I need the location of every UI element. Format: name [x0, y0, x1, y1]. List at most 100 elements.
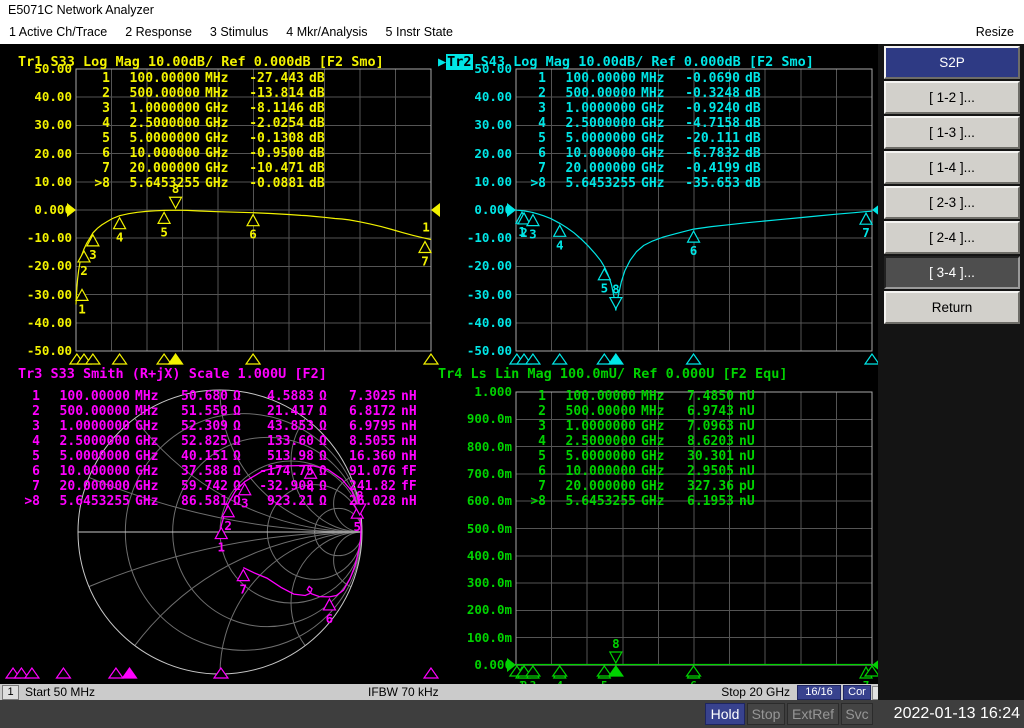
marker-table-cell: dB	[304, 71, 332, 86]
softkey-sidebar: S2P[ 1-2 ]...[ 1-3 ]...[ 1-4 ]...[ 2-3 ]…	[878, 44, 1024, 700]
marker-table-cell: 3	[522, 419, 546, 434]
softkey-return[interactable]: Return	[884, 291, 1020, 324]
marker-table-row: 720.000000GHz59.742Ω-32.908Ω241.82fF	[16, 479, 422, 494]
marker-table-cell: 6.1953	[672, 494, 734, 509]
marker-table-cell: nU	[734, 404, 762, 419]
axis-tick-label: -40.00	[456, 316, 512, 330]
softkey--1-3-[interactable]: [ 1-3 ]...	[884, 116, 1020, 149]
marker-table-cell: Ω	[314, 389, 332, 404]
menu-1-active-ch-trace[interactable]: 1 Active Ch/Trace	[9, 21, 107, 44]
marker-table-row: 610.000000GHz37.588Ω-174.75Ω91.076fF	[16, 464, 422, 479]
marker-table-cell: -6.7832	[672, 146, 740, 161]
svg-text:2: 2	[80, 263, 88, 278]
marker-table-cell: 1.0000000	[40, 419, 130, 434]
marker-table-cell: -13.814	[236, 86, 304, 101]
trace-header-tr1[interactable]: Tr1 S33 Log Mag 10.00dB/ Ref 0.000dB [F2…	[18, 54, 384, 69]
trace-header-text: S33 Log Mag 10.00dB/ Ref 0.000dB [F2 Smo…	[42, 54, 383, 70]
marker-table-cell: 2.5000000	[546, 434, 636, 449]
marker-table-row: 1100.00000MHz-27.443dB	[86, 71, 332, 86]
svg-text:5: 5	[354, 519, 362, 534]
marker-table-cell: GHz	[200, 101, 236, 116]
marker-table-cell: 1	[522, 389, 546, 404]
softkey-s2p[interactable]: S2P	[884, 46, 1020, 79]
marker-table-cell: MHz	[130, 389, 166, 404]
marker-table-cell: dB	[740, 116, 768, 131]
marker-table-tr2: 1100.00000MHz-0.0690dB2500.00000MHz-0.32…	[522, 71, 768, 191]
marker-table-cell: 6	[522, 146, 546, 161]
marker-table-cell: 21.417	[246, 404, 314, 419]
trace-header-tr3[interactable]: Tr3 S33 Smith (R+jX) Scale 1.000U [F2]	[18, 366, 327, 381]
menu-4-mkr-analysis[interactable]: 4 Mkr/Analysis	[286, 21, 367, 44]
svg-text:6: 6	[326, 611, 334, 626]
marker-table-cell: nH	[396, 404, 422, 419]
marker-table-cell: 241.82	[332, 479, 396, 494]
axis-tick-label: 600.0m	[456, 494, 512, 508]
marker-table-cell: Ω	[228, 464, 246, 479]
marker-table-cell: 2.5000000	[546, 116, 636, 131]
marker-table-cell: Ω	[314, 479, 332, 494]
marker-table-row: 31.0000000GHz-8.1146dB	[86, 101, 332, 116]
trace-header-tr4[interactable]: Tr4 Ls Lin Mag 100.0mU/ Ref 0.000U [F2 E…	[438, 366, 788, 381]
svg-text:7: 7	[421, 254, 429, 269]
axis-tick-label: 20.00	[16, 147, 72, 161]
softkey--2-4-[interactable]: [ 2-4 ]...	[884, 221, 1020, 254]
softkey--1-4-[interactable]: [ 1-4 ]...	[884, 151, 1020, 184]
marker-table-cell: 1.0000000	[546, 419, 636, 434]
menu-resize[interactable]: Resize	[976, 21, 1014, 44]
marker-table-cell: 327.36	[672, 479, 734, 494]
marker-table-cell: nU	[734, 449, 762, 464]
marker-table-cell: -32.908	[246, 479, 314, 494]
marker-table-cell: nH	[396, 434, 422, 449]
svg-text:3: 3	[89, 247, 97, 262]
marker-table-cell: dB	[304, 131, 332, 146]
marker-table-cell: 16.360	[332, 449, 396, 464]
softkey--3-4-[interactable]: [ 3-4 ]...	[884, 256, 1020, 289]
marker-table-cell: dB	[304, 176, 332, 191]
marker-table-cell: >8	[522, 176, 546, 191]
marker-table-cell: 2.5000000	[40, 434, 130, 449]
instrument-screen: E5071C Network Analyzer 1 Active Ch/Trac…	[0, 0, 1024, 728]
marker-table-cell: 50.680	[166, 389, 228, 404]
marker-table-cell: 8.5055	[332, 434, 396, 449]
marker-table-cell: 40.151	[166, 449, 228, 464]
menu-2-response[interactable]: 2 Response	[125, 21, 192, 44]
marker-table-cell: 59.742	[166, 479, 228, 494]
softkey--1-2-[interactable]: [ 1-2 ]...	[884, 81, 1020, 114]
marker-table-row: >85.6453255GHz-0.0881dB	[86, 176, 332, 191]
marker-table-cell: GHz	[200, 146, 236, 161]
marker-table-cell: 91.076	[332, 464, 396, 479]
svg-text:7: 7	[240, 582, 248, 597]
menu-3-stimulus[interactable]: 3 Stimulus	[210, 21, 268, 44]
marker-table-cell: 513.98	[246, 449, 314, 464]
svg-text:8: 8	[612, 282, 620, 297]
menu-5-instr-state[interactable]: 5 Instr State	[386, 21, 453, 44]
marker-table-cell: 500.00000	[40, 404, 130, 419]
marker-table-cell: 1.0000000	[546, 101, 636, 116]
marker-table-cell: nU	[734, 494, 762, 509]
svg-text:2: 2	[224, 518, 232, 533]
marker-table-cell: 1	[522, 71, 546, 86]
marker-table-cell: 5.6453255	[110, 176, 200, 191]
marker-table-cell: 10.000000	[546, 464, 636, 479]
menu-items: 1 Active Ch/Trace2 Response3 Stimulus4 M…	[0, 23, 462, 40]
marker-table-cell: 5.6453255	[40, 494, 130, 509]
marker-table-cell: GHz	[636, 434, 672, 449]
marker-table-cell: nU	[734, 389, 762, 404]
marker-table-cell: GHz	[636, 146, 672, 161]
active-trace-indicator-icon: ▶	[438, 54, 446, 70]
svg-text:5: 5	[601, 281, 609, 296]
stop-indicator: Stop	[747, 703, 785, 725]
svg-text:6: 6	[249, 227, 257, 242]
marker-table-cell: pU	[734, 479, 762, 494]
axis-tick-label: 900.0m	[456, 412, 512, 426]
marker-table-cell: GHz	[130, 434, 166, 449]
marker-table-cell: Ω	[228, 479, 246, 494]
softkey--2-3-[interactable]: [ 2-3 ]...	[884, 186, 1020, 219]
marker-table-cell: Ω	[228, 419, 246, 434]
marker-table-row: 55.0000000GHz40.151Ω513.98Ω16.360nH	[16, 449, 422, 464]
marker-table-cell: fF	[396, 479, 422, 494]
marker-table-row: 55.0000000GHz-20.111dB	[522, 131, 768, 146]
marker-table-cell: GHz	[636, 419, 672, 434]
marker-table-cell: -2.0254	[236, 116, 304, 131]
svg-text:2: 2	[520, 225, 528, 240]
